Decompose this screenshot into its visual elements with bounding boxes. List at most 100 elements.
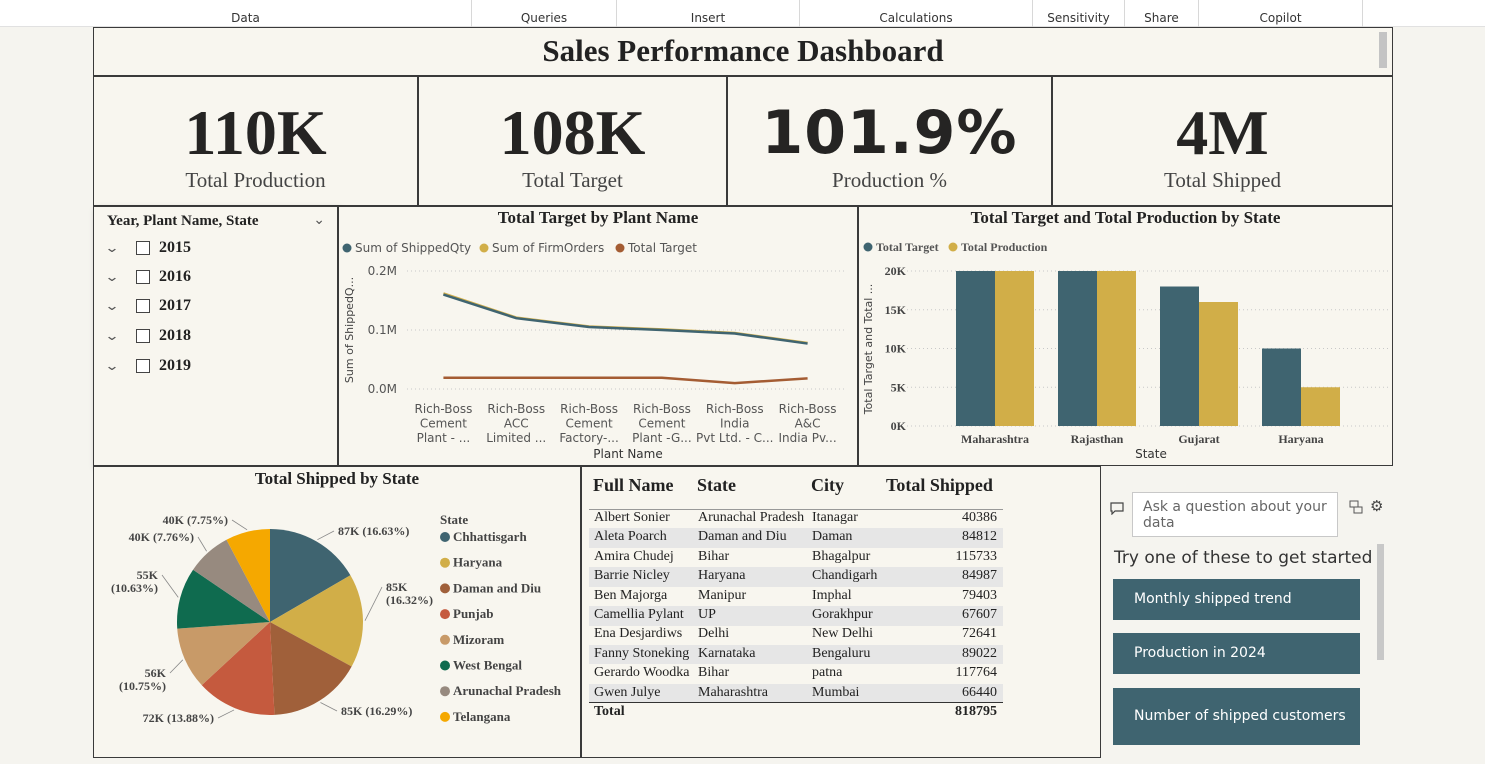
slicer-item-2019[interactable]: ⌄ 2019 bbox=[104, 355, 191, 377]
legend-label[interactable]: Punjab bbox=[453, 606, 493, 621]
table-row[interactable]: Aleta Poarch Daman and Diu Daman 84812 bbox=[589, 528, 1003, 548]
legend-marker[interactable] bbox=[440, 583, 450, 594]
column-header-total-shipped[interactable]: Total Shipped bbox=[886, 475, 993, 496]
qa-suggestion-button[interactable]: Number of shipped customers bbox=[1113, 688, 1360, 745]
table-row[interactable]: Ena Desjardiws Delhi New Delhi 72641 bbox=[589, 625, 1003, 645]
bar[interactable] bbox=[1262, 348, 1301, 427]
ribbon-group-queries[interactable]: Queries bbox=[472, 0, 617, 27]
bar[interactable] bbox=[1097, 271, 1136, 426]
qa-question-input[interactable]: Ask a question about your data bbox=[1132, 492, 1338, 537]
column-header-full-name[interactable]: Full Name bbox=[593, 475, 674, 496]
legend-label[interactable]: Daman and Diu bbox=[453, 580, 541, 595]
legend-label[interactable]: Arunachal Pradesh bbox=[453, 683, 562, 698]
chevron-down-icon[interactable]: ⌄ bbox=[104, 299, 129, 314]
table-cell: New Delhi bbox=[812, 626, 874, 642]
table-row[interactable]: Barrie Nicley Haryana Chandigarh 84987 bbox=[589, 567, 1003, 587]
legend-label[interactable]: Haryana bbox=[453, 555, 503, 570]
legend-marker[interactable] bbox=[440, 686, 450, 697]
table-row[interactable]: Gerardo Woodka Bihar patna 117764 bbox=[589, 664, 1003, 684]
legend-marker[interactable] bbox=[440, 660, 450, 671]
checkbox[interactable] bbox=[136, 299, 150, 313]
table-row[interactable]: Amira Chudej Bihar Bhagalpur 115733 bbox=[589, 548, 1003, 568]
ribbon-group-calculations[interactable]: Calculations bbox=[800, 0, 1033, 27]
legend-label[interactable]: Mizoram bbox=[453, 632, 504, 647]
qa-suggestion-button[interactable]: Production in 2024 bbox=[1113, 633, 1360, 674]
table-row[interactable]: Fanny Stoneking Karnataka Bengaluru 89022 bbox=[589, 644, 1003, 665]
gear-icon[interactable]: ⚙ bbox=[1370, 497, 1383, 515]
table-panel[interactable]: Full Name State City Total Shipped Alber… bbox=[581, 466, 1101, 758]
checkbox[interactable] bbox=[136, 329, 150, 343]
slice-label: (16.32%) bbox=[386, 593, 433, 607]
bar[interactable] bbox=[1301, 387, 1340, 426]
bar[interactable] bbox=[1199, 302, 1238, 426]
legend-marker[interactable] bbox=[479, 243, 489, 253]
ribbon-group-data[interactable]: Data bbox=[20, 0, 472, 27]
legend-label[interactable]: Total Target bbox=[627, 241, 697, 255]
legend-marker[interactable] bbox=[615, 243, 625, 253]
ribbon-group-share[interactable]: Share bbox=[1125, 0, 1199, 27]
ribbon-group-sensitivity[interactable]: Sensitivity bbox=[1033, 0, 1125, 27]
chevron-down-icon[interactable]: ⌄ bbox=[313, 212, 325, 228]
legend-label[interactable]: Sum of FirmOrders bbox=[492, 241, 604, 255]
chevron-down-icon[interactable]: ⌄ bbox=[104, 359, 129, 374]
show-all-suggestions-icon[interactable] bbox=[1349, 499, 1363, 518]
chevron-down-icon[interactable]: ⌄ bbox=[104, 241, 129, 256]
scrollbar[interactable] bbox=[1379, 32, 1387, 68]
bar[interactable] bbox=[956, 271, 995, 426]
slicer-item-2016[interactable]: ⌄ 2016 bbox=[104, 266, 191, 288]
slicer-item-2017[interactable]: ⌄ 2017 bbox=[104, 295, 191, 317]
checkbox[interactable] bbox=[136, 270, 150, 284]
slicer-item-2018[interactable]: ⌄ 2018 bbox=[104, 325, 191, 347]
line-chart-panel[interactable]: Total Target by Plant Name Sum of Shippe… bbox=[338, 206, 858, 466]
checkbox[interactable] bbox=[136, 241, 150, 255]
slicer-item-label: 2016 bbox=[159, 268, 191, 285]
table-row[interactable]: Camellia Pylant UP Gorakhpur 67607 bbox=[589, 606, 1003, 626]
kpi-card-total-production[interactable]: 110K Total Production bbox=[93, 76, 418, 206]
column-header-city[interactable]: City bbox=[811, 475, 844, 496]
table-cell: 115733 bbox=[955, 548, 997, 564]
legend-marker[interactable] bbox=[440, 634, 450, 645]
x-tick-label: Maharashtra bbox=[961, 432, 1029, 446]
column-header-state[interactable]: State bbox=[697, 475, 736, 496]
legend-marker[interactable] bbox=[948, 242, 958, 252]
series-line[interactable] bbox=[443, 293, 808, 345]
chevron-down-icon[interactable]: ⌄ bbox=[104, 270, 129, 285]
legend-marker[interactable] bbox=[440, 609, 450, 620]
legend-marker[interactable] bbox=[440, 557, 450, 568]
checkbox[interactable] bbox=[136, 359, 150, 373]
legend-marker[interactable] bbox=[440, 711, 450, 722]
pie-chart-panel[interactable]: Total Shipped by State 87K (16.63%) 85K (1… bbox=[93, 466, 581, 758]
bar-chart-panel[interactable]: Total Target and Total Production by Sta… bbox=[858, 206, 1393, 466]
legend-label[interactable]: Total Production bbox=[961, 240, 1048, 254]
table-row[interactable]: Albert Sonier Arunachal Pradesh Itanagar 40… bbox=[589, 509, 1003, 529]
slicer-item-2015[interactable]: ⌄ 2015 bbox=[104, 237, 191, 259]
table-row[interactable]: Ben Majorga Manipur Imphal 79403 bbox=[589, 587, 1003, 607]
x-tick-label: Cement bbox=[638, 417, 685, 431]
legend-label[interactable]: Chhattisgarh bbox=[453, 529, 527, 544]
series-line[interactable] bbox=[443, 376, 808, 385]
bar[interactable] bbox=[995, 271, 1034, 426]
legend-marker[interactable] bbox=[342, 243, 352, 253]
legend-marker[interactable] bbox=[440, 532, 450, 542]
kpi-card-total-shipped[interactable]: 4M Total Shipped bbox=[1052, 76, 1393, 206]
hierarchy-slicer[interactable]: Year, Plant Name, State ⌄ ⌄ 2015 ⌄ 2016 ⌄ 2… bbox=[93, 206, 338, 466]
legend-label[interactable]: Telangana bbox=[453, 709, 511, 724]
legend-label[interactable]: West Bengal bbox=[453, 658, 522, 673]
comment-icon[interactable] bbox=[1110, 500, 1124, 519]
bar[interactable] bbox=[1058, 271, 1097, 426]
kpi-card-total-target[interactable]: 108K Total Target bbox=[418, 76, 727, 206]
table-cell: 84987 bbox=[962, 568, 997, 584]
table-cell: Bihar bbox=[698, 548, 730, 564]
qa-suggestion-button[interactable]: Monthly shipped trend bbox=[1113, 579, 1360, 620]
table-row[interactable]: Gwen Julye Maharashtra Mumbai 66440 bbox=[589, 683, 1003, 704]
ribbon-group-copilot[interactable]: Copilot bbox=[1199, 0, 1363, 27]
kpi-card-production-percent[interactable]: 101.9% Production % bbox=[727, 76, 1052, 206]
bar[interactable] bbox=[1160, 286, 1199, 427]
ribbon-group-insert[interactable]: Insert bbox=[617, 0, 800, 27]
chevron-down-icon[interactable]: ⌄ bbox=[104, 329, 129, 344]
y-tick-label: 0.1M bbox=[368, 323, 397, 337]
legend-marker[interactable] bbox=[863, 242, 873, 252]
legend-label[interactable]: Sum of ShippedQty bbox=[355, 241, 471, 255]
scrollbar[interactable] bbox=[1377, 544, 1384, 660]
legend-label[interactable]: Total Target bbox=[876, 240, 939, 254]
